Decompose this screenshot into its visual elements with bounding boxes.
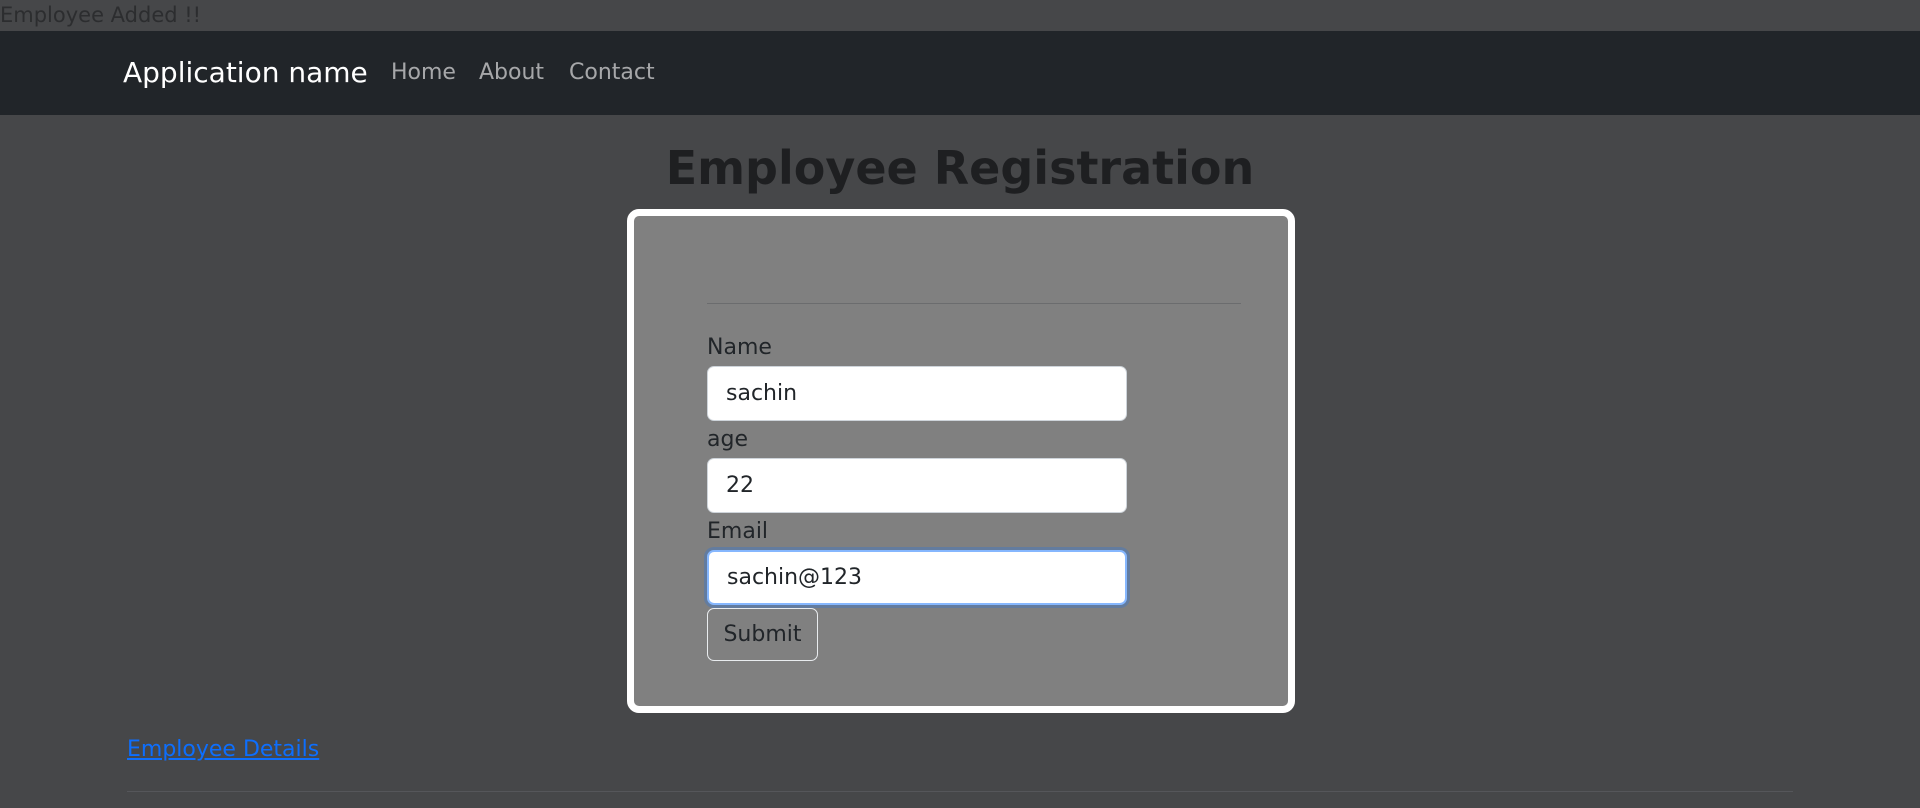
age-input[interactable] xyxy=(707,458,1127,513)
nav-about-link[interactable]: About xyxy=(479,31,544,115)
page-title: Employee Registration xyxy=(665,141,1255,195)
name-label: Name xyxy=(707,335,772,360)
email-input[interactable] xyxy=(707,550,1127,605)
nav-contact-link[interactable]: Contact xyxy=(569,31,655,115)
email-label: Email xyxy=(707,519,769,544)
registration-form-card: Name age Email Submit xyxy=(627,209,1295,713)
footer-divider xyxy=(127,791,1793,792)
age-label: age xyxy=(707,427,748,452)
navbar: Application name Home About Contact xyxy=(0,31,1920,115)
name-input[interactable] xyxy=(707,366,1127,421)
nav-home-link[interactable]: Home xyxy=(391,31,456,115)
employee-details-link[interactable]: Employee Details xyxy=(127,736,319,764)
form-divider xyxy=(707,303,1241,304)
status-message: Employee Added !! xyxy=(0,3,202,27)
brand-link[interactable]: Application name xyxy=(123,31,368,115)
submit-button[interactable]: Submit xyxy=(707,608,818,661)
